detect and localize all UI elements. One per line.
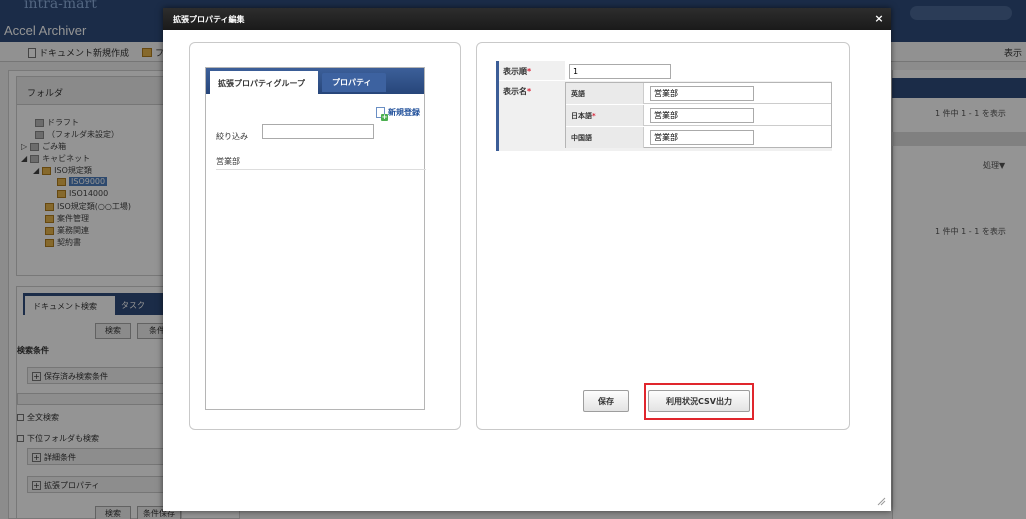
language-label-chinese: 中国語 [566,127,644,148]
filter-input[interactable] [262,124,374,139]
display-name-chinese-input[interactable] [650,130,754,145]
document-add-icon [376,107,388,121]
extended-property-edit-dialog: 拡張プロパティ編集 × 拡張プロパティグループ プロパティ 新規登録 絞り込み … [163,8,891,511]
group-list-item[interactable]: 営業部 [216,152,426,170]
display-name-english-input[interactable] [650,86,754,101]
language-row-japanese: 日本語* [566,105,831,126]
display-order-label: 表示順* [503,66,531,77]
dialog-title: 拡張プロパティ編集 [173,15,245,24]
language-row-chinese: 中国語 [566,127,831,148]
language-name-text: 日本語 [571,112,592,120]
display-name-label: 表示名* [503,86,531,97]
save-button[interactable]: 保存 [583,390,629,412]
tab-property[interactable]: プロパティ [322,73,386,92]
property-group-panel: 拡張プロパティグループ プロパティ 新規登録 絞り込み 営業部 [205,67,426,410]
language-row-english: 英語 [566,83,831,104]
new-register-link[interactable]: 新規登録 [376,107,420,121]
resize-grip-icon[interactable] [876,496,886,506]
display-name-japanese-input[interactable] [650,108,754,123]
tab-property-group[interactable]: 拡張プロパティグループ [210,71,318,94]
new-register-label: 新規登録 [388,108,420,117]
required-mark: * [527,67,532,76]
filter-label: 絞り込み [216,132,248,141]
language-label-english: 英語 [566,83,644,104]
required-mark: * [527,87,532,96]
display-order-text: 表示順 [503,67,527,76]
required-mark: * [592,112,596,120]
property-tab-strip: 拡張プロパティグループ プロパティ [206,68,424,94]
language-label-japanese: 日本語* [566,105,644,126]
display-name-row: 表示名* 英語 日本語* 中国語 [499,81,832,151]
language-name-table: 英語 日本語* 中国語 [565,82,832,148]
display-order-input[interactable] [569,64,671,79]
usage-csv-export-button[interactable]: 利用状況CSV出力 [648,390,750,412]
close-icon[interactable]: × [873,13,885,25]
property-edit-pane: 表示順* 表示名* 英語 日本語* 中国語 [476,42,850,430]
property-form: 表示順* 表示名* 英語 日本語* 中国語 [496,61,832,151]
property-group-pane: 拡張プロパティグループ プロパティ 新規登録 絞り込み 営業部 [189,42,461,430]
display-order-cell [565,61,832,81]
display-order-row: 表示順* [499,61,832,81]
dialog-titlebar: 拡張プロパティ編集 × [163,8,891,30]
display-name-text: 表示名 [503,87,527,96]
